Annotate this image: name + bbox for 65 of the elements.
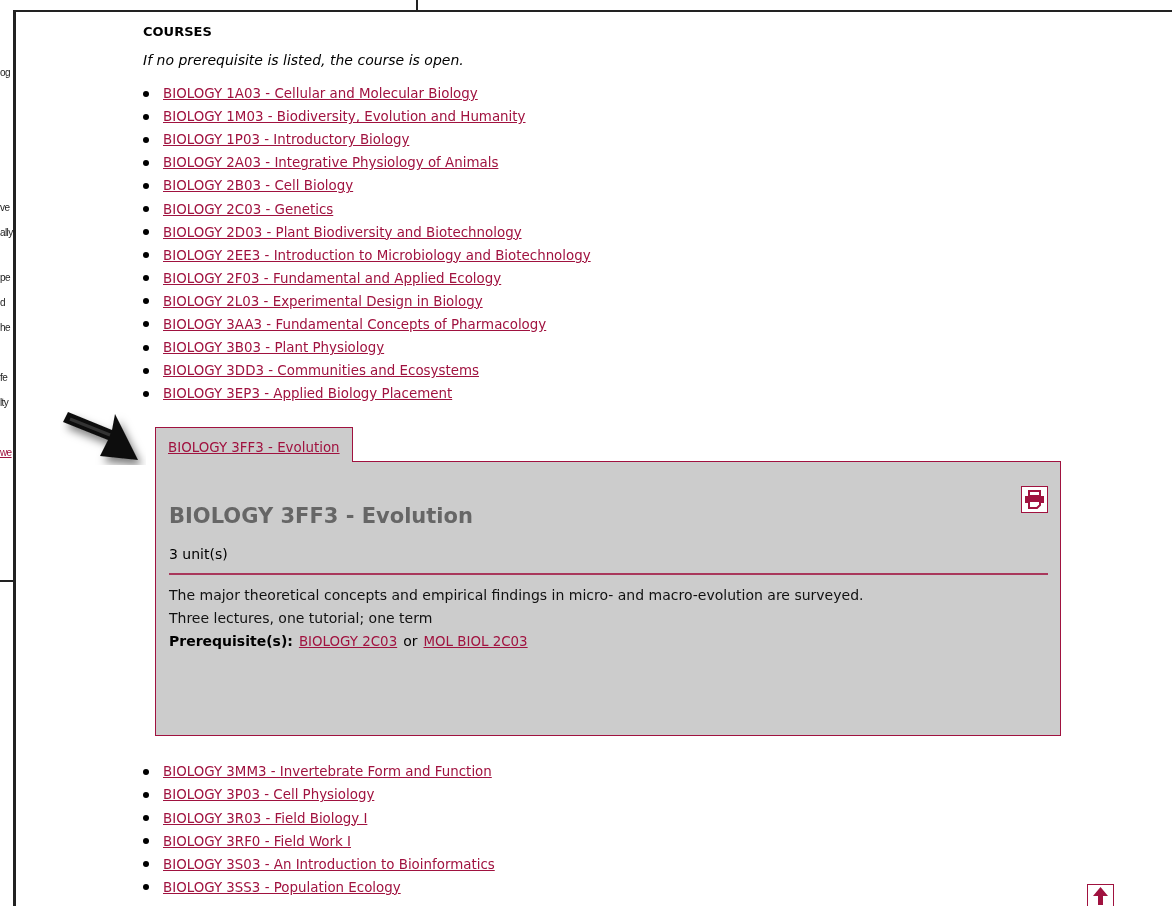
course-link[interactable]: BIOLOGY 3AA3 - Fundamental Concepts of Pharmacology bbox=[163, 317, 547, 332]
text-fragment: d bbox=[0, 296, 6, 310]
course-tab[interactable]: BIOLOGY 3FF3 - Evolution bbox=[155, 427, 353, 463]
course-link[interactable]: BIOLOGY 1P03 - Introductory Biology bbox=[163, 132, 410, 148]
course-link[interactable]: BIOLOGY 2L03 - Experimental Design in Biology bbox=[163, 293, 483, 309]
up-arrow-icon bbox=[1092, 885, 1109, 905]
bullet-icon bbox=[143, 768, 149, 775]
course-link[interactable]: BIOLOGY 3RF0 - Field Work I bbox=[163, 833, 351, 849]
course-link[interactable]: BIOLOGY 2C03 - Genetics bbox=[163, 201, 334, 217]
bullet-icon bbox=[143, 861, 149, 868]
joiner-text: or bbox=[403, 632, 418, 652]
bullet-icon bbox=[143, 884, 149, 891]
bullet-icon bbox=[143, 90, 149, 97]
course-link[interactable]: BIOLOGY 3EP3 - Applied Biology Placement bbox=[163, 386, 453, 402]
bullet-icon bbox=[143, 838, 149, 845]
course-link[interactable]: BIOLOGY 2A03 - Integrative Physiology of Animals bbox=[163, 155, 499, 171]
bullet-icon bbox=[143, 298, 149, 305]
bullet-icon bbox=[143, 229, 149, 236]
bullet-icon bbox=[143, 321, 149, 328]
text-fragment: lty bbox=[0, 396, 10, 410]
description-text: Three lectures, one tutorial; one term bbox=[169, 609, 434, 629]
bullet-icon bbox=[143, 182, 149, 189]
bullet-icon bbox=[143, 136, 149, 143]
course-title: BIOLOGY 3FF3 - Evolution bbox=[169, 504, 473, 529]
text-fragment: ve bbox=[0, 201, 11, 215]
section-heading: COURSES bbox=[143, 24, 213, 41]
course-link[interactable]: BIOLOGY 3DD3 - Communities and Ecosystems bbox=[163, 363, 479, 379]
text-link[interactable]: we bbox=[0, 445, 13, 460]
units-text: 3 unit(s) bbox=[169, 546, 229, 563]
print-button[interactable] bbox=[1021, 486, 1048, 514]
course-link[interactable]: BIOLOGY 1A03 - Cellular and Molecular Biology bbox=[163, 86, 478, 102]
bullet-icon bbox=[143, 344, 149, 351]
course-link[interactable]: BIOLOGY 2EE3 - Introduction to Microbiology and Biotechnology bbox=[163, 247, 591, 263]
bullet-icon bbox=[143, 206, 149, 212]
note-text: If no prerequisite is listed, the course is open. bbox=[143, 52, 465, 68]
text-fragment: fe bbox=[0, 371, 9, 385]
text-fragment: og bbox=[0, 66, 11, 80]
course-link[interactable]: BIOLOGY 3MM3 - Invertebrate Form and Function bbox=[163, 764, 492, 780]
course-link[interactable]: BIOLOGY 3FF3 - Evolution bbox=[168, 440, 340, 456]
bullet-icon bbox=[143, 113, 149, 120]
prerequisite-label: Prerequisite(s): bbox=[169, 632, 293, 652]
bullet-icon bbox=[143, 275, 149, 282]
description-text: The major theoretical concepts and empirical findings in micro- and macro-evolution are surveyed. bbox=[169, 586, 865, 606]
text-fragment: ally bbox=[0, 226, 13, 240]
course-link[interactable]: BIOLOGY 2F03 - Fundamental and Applied Ecology bbox=[163, 270, 502, 286]
prerequisite-link[interactable]: BIOLOGY 2C03 bbox=[298, 630, 398, 654]
course-link[interactable]: BIOLOGY 2B03 - Cell Biology bbox=[163, 178, 354, 194]
printer-icon bbox=[1024, 490, 1045, 510]
bullet-icon bbox=[143, 252, 149, 259]
course-link[interactable]: BIOLOGY 3R03 - Field Biology I bbox=[163, 810, 368, 826]
course-link[interactable]: BIOLOGY 3SS3 - Population Ecology bbox=[163, 879, 401, 895]
bullet-icon bbox=[143, 367, 149, 374]
text-fragment: he bbox=[0, 321, 11, 335]
course-link[interactable]: BIOLOGY 1M03 - Biodiversity, Evolution and Humanity bbox=[163, 109, 526, 125]
back-to-top-button[interactable] bbox=[1087, 884, 1114, 906]
bullet-icon bbox=[143, 815, 149, 822]
course-link[interactable]: BIOLOGY 3B03 - Plant Physiology bbox=[163, 340, 385, 356]
text-fragment: pe bbox=[0, 271, 11, 285]
bullet-icon bbox=[143, 159, 149, 166]
course-link[interactable]: BIOLOGY 3S03 - An Introduction to Bioinformatics bbox=[163, 856, 495, 872]
course-link[interactable]: BIOLOGY 3P03 - Cell Physiology bbox=[163, 787, 375, 803]
bullet-icon bbox=[143, 390, 149, 397]
bullet-icon bbox=[143, 791, 149, 798]
course-link[interactable]: BIOLOGY 2D03 - Plant Biodiversity and Biotechnology bbox=[163, 224, 522, 240]
prerequisite-link[interactable]: MOL BIOL 2C03 bbox=[423, 630, 528, 654]
